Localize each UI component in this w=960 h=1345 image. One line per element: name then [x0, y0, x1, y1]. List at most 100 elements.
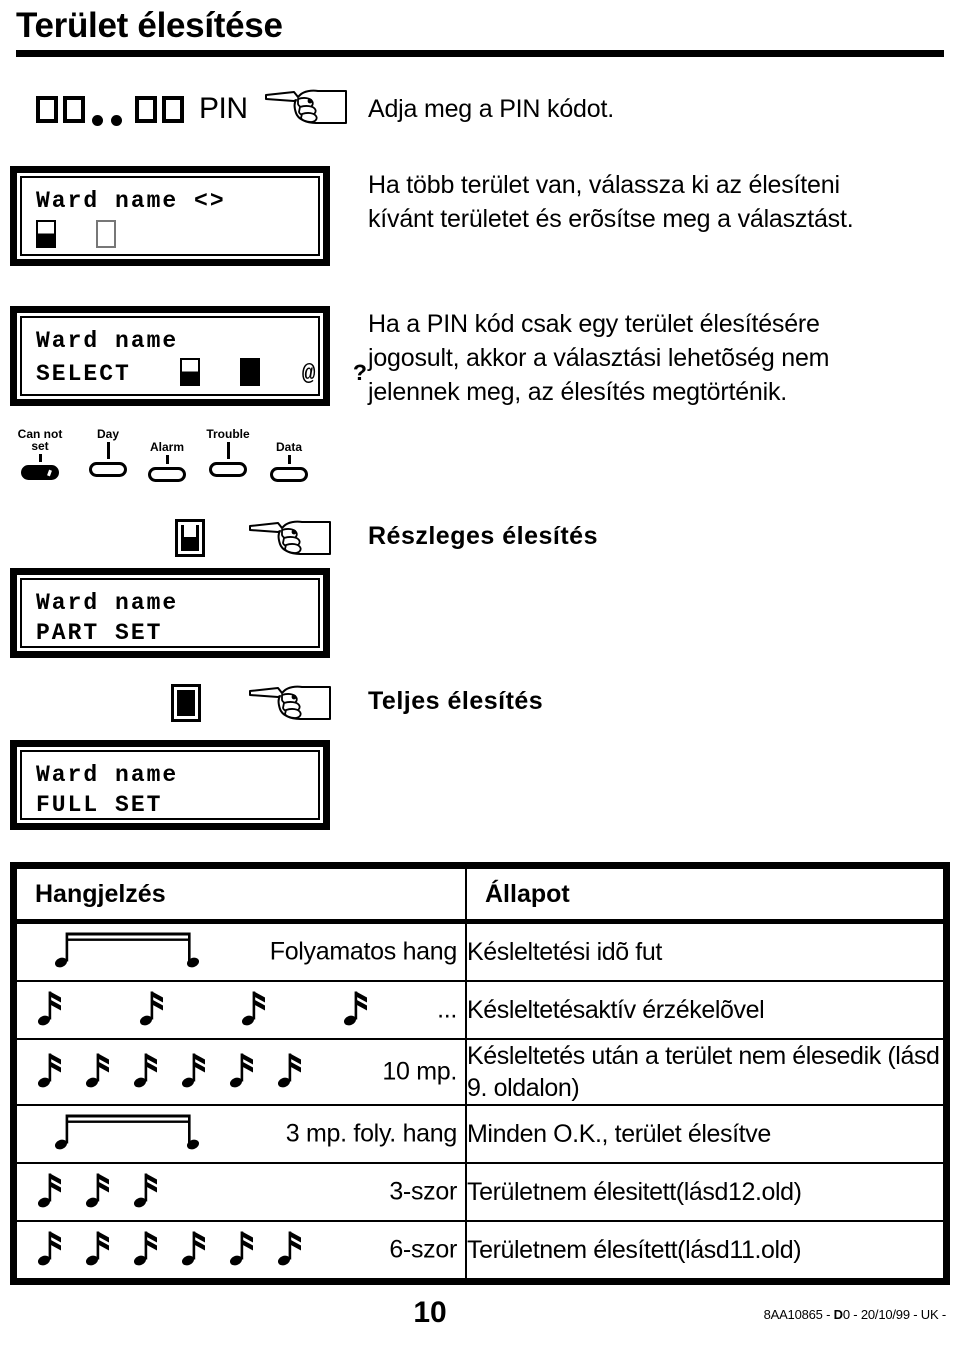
pin-dot-2 — [111, 115, 122, 126]
page-number: 10 — [413, 1296, 447, 1329]
note-icon — [241, 987, 267, 1034]
instruction-multi-ward: Ha több terület van, válassza ki az éles… — [368, 168, 854, 236]
status-cell: Késleltetési idõ fut — [465, 920, 945, 982]
pin-dot-1 — [92, 115, 103, 126]
pin-entry-row: PIN — [36, 86, 350, 132]
sound-description: 3-szor — [389, 1177, 457, 1206]
column-header-label: Állapot — [485, 879, 570, 908]
doc-ref-suffix: 0 - 20/10/99 - UK - — [842, 1307, 946, 1322]
note-icon — [181, 1049, 207, 1096]
note-icon — [343, 987, 369, 1034]
empty-box-icon — [95, 220, 116, 248]
full-set-icon[interactable] — [171, 684, 201, 722]
pointing-hand-icon — [248, 683, 334, 728]
sound-cell: Folyamatos hang — [15, 920, 467, 982]
sound-description: 6-szor — [389, 1235, 457, 1264]
question-symbol: ? — [353, 361, 369, 387]
full-set-label: Teljes élesítés — [368, 687, 544, 715]
column-header: Hangjelzés — [15, 867, 467, 924]
sound-cell: 3 mp. foly. hang — [15, 1104, 467, 1164]
doc-ref-prefix: 8AA10865 - — [763, 1307, 834, 1322]
table-row: 3 mp. foly. hang Minden O.K., terület éle… — [15, 1104, 945, 1164]
note-icon — [277, 1227, 303, 1274]
table-header-row: Hangjelzés Állapot — [15, 867, 945, 924]
pin-digit-box-1 — [36, 95, 58, 123]
led-data: Data — [253, 441, 325, 482]
note-icon — [277, 1049, 303, 1096]
status-cell: Minden O.K., terület élesítve — [465, 1104, 945, 1164]
lcd-panel-full-set: Ward name FULL SET — [10, 740, 330, 830]
led-lamp — [21, 465, 59, 480]
note-icon — [181, 1227, 207, 1274]
instruction-single-ward-line1: Ha a PIN kód csak egy terület élesítésér… — [368, 310, 820, 338]
led-can-not-set: Can not set — [4, 428, 76, 480]
sound-cell: 6-szor — [15, 1220, 467, 1280]
table-row: 6-szor Területnem élesített(lásd11.old) — [15, 1220, 945, 1280]
sound-signal-table: Hangjelzés Állapot Folyamatos hang Késlelte… — [10, 862, 950, 1285]
sound-cell: 3-szor — [15, 1162, 467, 1222]
table-row: 3-szor Területnem élesitett(lásd12.old) — [15, 1162, 945, 1222]
note-icon — [133, 1227, 159, 1274]
column-header-label: Hangjelzés — [35, 879, 166, 908]
led-lamp — [270, 467, 308, 482]
note-icon — [37, 1169, 63, 1216]
note-icon — [85, 1169, 111, 1216]
led-label-line1: Data — [275, 440, 302, 454]
lcd-line-1: Ward name — [36, 328, 179, 354]
part-set-label: Részleges élesítés — [368, 522, 598, 550]
sound-description: 3 mp. foly. hang — [285, 1119, 458, 1148]
note-icon — [133, 1169, 159, 1216]
instruction-single-ward-line2: jogosult, akkor a választási lehetõség n… — [368, 344, 830, 372]
lcd-line-2: FULL SET — [36, 792, 163, 818]
status-cell: Területnem élesitett(lásd12.old) — [465, 1162, 945, 1222]
status-cell: Területnem élesített(lásd11.old) — [465, 1220, 945, 1280]
led-label-line2: set — [31, 439, 49, 453]
at-symbol: @ — [301, 361, 318, 387]
column-header: Állapot — [465, 867, 945, 924]
pin-digit-box-4 — [162, 95, 184, 123]
pin-label: PIN — [199, 92, 248, 125]
document-reference: 8AA10865 - D0 - 20/10/99 - UK - — [763, 1307, 947, 1322]
note-icon — [139, 987, 165, 1034]
title-divider — [16, 50, 944, 57]
note-icon — [37, 1049, 63, 1096]
note-icon — [229, 1227, 255, 1274]
instruction-enter-pin: Adja meg a PIN kódot. — [368, 95, 614, 123]
lcd-panel-part-set: Ward name PART SET — [10, 568, 330, 658]
note-icon — [133, 1049, 159, 1096]
status-cell: Késleltetés után a terület nem élesedik … — [465, 1038, 945, 1106]
doc-ref-revision: D — [833, 1307, 843, 1322]
page-title: Terület élesítése — [16, 6, 283, 45]
sound-description: 10 mp. — [382, 1057, 457, 1086]
sound-description: ... — [437, 995, 457, 1024]
lcd-panel-select-confirm: Ward name SELECT @ ? — [10, 306, 367, 406]
led-indicator-strip: Can not set Day Alarm Trouble Data — [0, 428, 330, 498]
lcd-line-1: Ward name <> — [36, 188, 226, 214]
led-label-line1: Trouble — [206, 427, 250, 441]
sound-cell: 10 mp. — [15, 1038, 467, 1106]
pointing-hand-icon — [248, 518, 334, 563]
instruction-single-ward: Ha a PIN kód csak egy terület élesítésér… — [368, 307, 830, 409]
note-icon — [85, 1049, 111, 1096]
continuous-tone-icon — [53, 929, 203, 976]
lcd-line-1: Ward name — [36, 762, 179, 788]
note-icon — [229, 1049, 255, 1096]
instruction-multi-ward-line2: kívánt területet és erõsítse meg a válas… — [368, 205, 854, 233]
lcd-line-2: PART SET — [36, 620, 163, 646]
table-row: ... Késleltetésaktív érzékelõvel — [15, 980, 945, 1040]
led-lamp — [209, 462, 247, 477]
note-icon — [37, 1227, 63, 1274]
note-icon — [85, 1227, 111, 1274]
lcd-line-2: SELECT — [36, 361, 131, 387]
table-row: Folyamatos hang Késleltetési idõ fut — [15, 920, 945, 982]
pointing-hand-icon — [264, 87, 350, 132]
half-filled-box-icon — [36, 220, 56, 248]
lcd-panel-select-ward: Ward name <> — [10, 166, 330, 266]
half-filled-box-icon — [180, 358, 201, 386]
part-set-icon[interactable] — [175, 519, 205, 557]
note-icon — [37, 987, 63, 1034]
lcd-line-1: Ward name — [36, 590, 179, 616]
pin-digit-box-2 — [63, 95, 85, 123]
pin-digit-box-3 — [135, 95, 157, 123]
led-label-line1: Day — [96, 427, 119, 441]
